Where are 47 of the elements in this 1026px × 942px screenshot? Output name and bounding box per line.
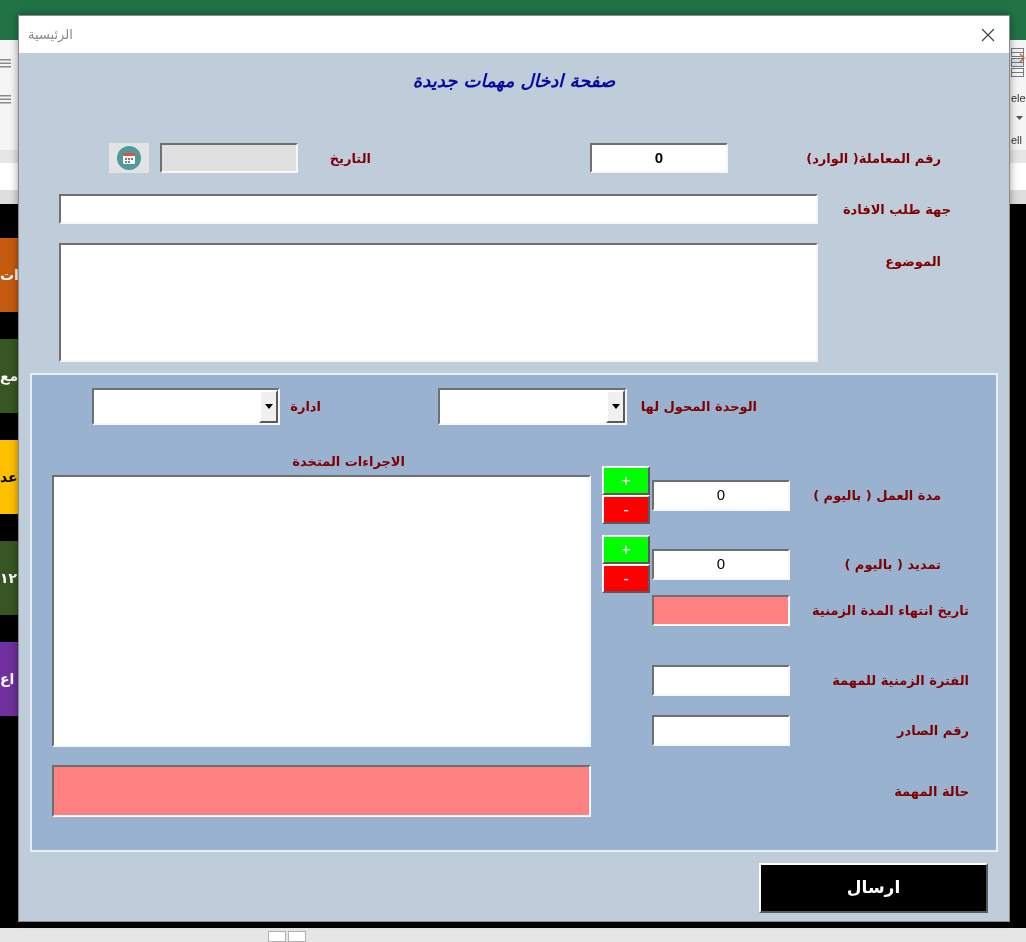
- field-label: تمديد ( باليوم ): [844, 555, 941, 573]
- caret-down-icon: [264, 404, 273, 409]
- close-icon: [981, 27, 995, 42]
- dropdown-button[interactable]: [259, 390, 278, 423]
- close-button[interactable]: [980, 26, 996, 43]
- dialog-title: الرئيسية: [28, 26, 73, 43]
- dropdown-button[interactable]: [606, 390, 625, 423]
- number-field[interactable]: 0: [652, 479, 790, 511]
- caret-down-icon: [611, 404, 620, 409]
- field-label: التاريخ: [329, 149, 371, 167]
- calendar-button[interactable]: [109, 143, 149, 173]
- field-label: تاريخ انتهاء المدة الزمنية: [811, 602, 969, 619]
- sheet-button[interactable]: عد: [0, 440, 18, 514]
- field-label: رقم المعاملة( الوارد): [806, 149, 941, 167]
- field-label: الاجراءات المتخدة: [292, 453, 405, 470]
- sheet-button[interactable]: ١٢: [0, 541, 18, 615]
- dropdown-field[interactable]: [438, 388, 627, 425]
- stepper-button[interactable]: -: [602, 564, 650, 593]
- input-field[interactable]: [652, 715, 790, 746]
- calendar-icon: [117, 146, 141, 170]
- sheet-button[interactable]: ات: [0, 238, 18, 312]
- sheet-button[interactable]: مع: [0, 339, 18, 413]
- number-field[interactable]: 0: [652, 548, 790, 580]
- caret-down-icon[interactable]: [1016, 116, 1023, 120]
- date-output-field[interactable]: [652, 595, 790, 626]
- field-label: حالة المهمة: [894, 782, 969, 800]
- stepper-button[interactable]: -: [602, 495, 650, 524]
- ribbon-label[interactable]: ell: [1011, 134, 1022, 147]
- field-label: ادارة: [290, 398, 321, 415]
- field-label: الفترة الزمنية للمهمة: [832, 672, 969, 689]
- ribbon-label[interactable]: ele: [1011, 92, 1026, 105]
- status-field[interactable]: [52, 765, 591, 817]
- number-field[interactable]: 0: [590, 143, 728, 173]
- field-label: جهة طلب الافادة: [842, 200, 951, 218]
- dropdown-field[interactable]: [92, 388, 280, 425]
- form-heading: صفحة ادخال مهمات جديدة: [412, 69, 616, 93]
- list-icon[interactable]: [0, 58, 11, 68]
- table-icon[interactable]: [1011, 48, 1025, 78]
- sheet-button[interactable]: اع: [0, 642, 18, 716]
- field-label: الوحدة المحول لها: [640, 398, 757, 415]
- input-field[interactable]: [652, 665, 790, 696]
- field-label: رقم الصادر: [897, 722, 969, 739]
- field-label: الموضوع: [885, 253, 941, 270]
- list-icon[interactable]: [0, 94, 11, 104]
- send-button[interactable]: ارسال: [759, 863, 988, 913]
- input-field[interactable]: [59, 194, 818, 224]
- field-label: مدة العمل ( باليوم ): [813, 486, 941, 504]
